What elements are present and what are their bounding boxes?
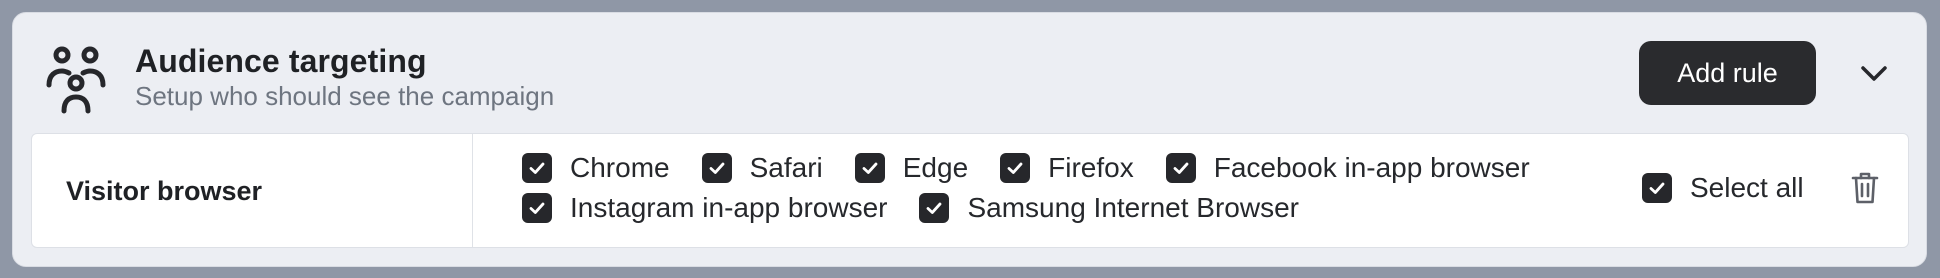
- rule-label: Visitor browser: [66, 176, 263, 206]
- option-edge[interactable]: Edge: [854, 152, 969, 184]
- audience-targeting-card: Audience targeting Setup who should see …: [12, 12, 1927, 267]
- checkbox-checked-icon[interactable]: [522, 193, 552, 223]
- option-label: Instagram in-app browser: [570, 192, 888, 223]
- checkbox-checked-icon[interactable]: [854, 153, 885, 183]
- option-label: Facebook in-app browser: [1213, 152, 1530, 183]
- section-title: Audience targeting: [135, 43, 427, 79]
- options-line-1: Chrome Safari Edge Firefox Facebook in-a…: [522, 152, 1562, 184]
- option-label: Chrome: [570, 152, 670, 183]
- select-all-toggle[interactable]: Select all: [1642, 172, 1804, 204]
- option-label: Safari: [749, 152, 823, 183]
- option-label: Edge: [902, 152, 969, 183]
- checkbox-checked-icon[interactable]: [1000, 153, 1031, 183]
- option-facebook-in-app-browser[interactable]: Facebook in-app browser: [1165, 152, 1530, 184]
- rule-row-visitor-browser: Visitor browser Chrome Safari Edge Firef…: [31, 133, 1909, 248]
- option-instagram-in-app-browser[interactable]: Instagram in-app browser: [522, 192, 887, 224]
- checkbox-checked-icon[interactable]: [1642, 173, 1672, 203]
- section-subtitle: Setup who should see the campaign: [135, 81, 555, 111]
- checkbox-checked-icon[interactable]: [701, 153, 732, 183]
- option-safari[interactable]: Safari: [701, 152, 823, 184]
- option-chrome[interactable]: Chrome: [522, 152, 670, 184]
- select-all-label: Select all: [1690, 172, 1804, 203]
- option-samsung-internet-browser[interactable]: Samsung Internet Browser: [919, 192, 1299, 224]
- rule-divider: [472, 134, 473, 247]
- option-firefox[interactable]: Firefox: [1000, 152, 1134, 184]
- trash-icon[interactable]: [1850, 170, 1880, 206]
- checkbox-checked-icon[interactable]: [1165, 153, 1196, 183]
- chevron-down-icon[interactable]: [1856, 58, 1892, 88]
- options-line-2: Instagram in-app browser Samsung Interne…: [522, 192, 1331, 224]
- option-label: Samsung Internet Browser: [967, 192, 1299, 223]
- checkbox-checked-icon[interactable]: [919, 193, 950, 223]
- checkbox-checked-icon[interactable]: [522, 153, 552, 183]
- audience-icon: [46, 46, 106, 114]
- option-label: Firefox: [1048, 152, 1134, 183]
- add-rule-button[interactable]: Add rule: [1639, 41, 1816, 105]
